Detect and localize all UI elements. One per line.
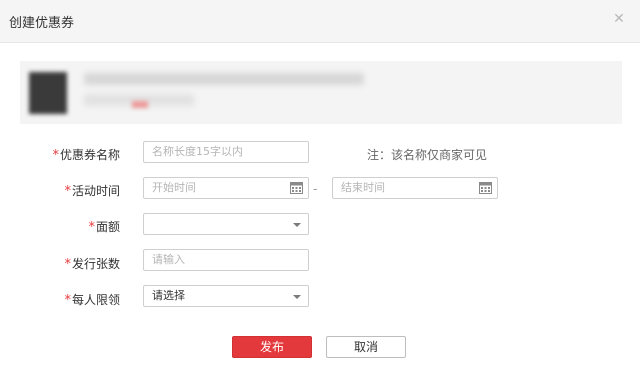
calendar-icon[interactable] <box>479 181 492 194</box>
end-time-input[interactable]: 结束时间 <box>332 177 498 199</box>
product-card <box>20 61 622 124</box>
required-marker: * <box>88 220 95 235</box>
product-thumbnail <box>29 72 67 114</box>
publish-button[interactable]: 发布 <box>232 336 312 358</box>
issue-count-placeholder: 请输入 <box>152 253 185 266</box>
time-range-separator: - <box>313 182 318 196</box>
per-person-limit-selected: 请选择 <box>152 289 185 302</box>
per-person-limit-label: *每人限领 <box>64 293 120 308</box>
per-person-limit-select[interactable]: 请选择 <box>143 285 309 307</box>
required-marker: * <box>52 148 59 163</box>
end-time-placeholder: 结束时间 <box>341 181 385 194</box>
start-time-input[interactable]: 开始时间 <box>143 177 309 199</box>
activity-time-label: *活动时间 <box>64 184 120 199</box>
calendar-icon[interactable] <box>290 181 303 194</box>
face-value-label: *面额 <box>88 220 120 235</box>
face-value-select[interactable] <box>143 213 309 235</box>
product-title-blurred <box>84 73 364 85</box>
required-marker: * <box>64 184 71 199</box>
close-icon[interactable]: ✕ <box>612 12 626 26</box>
start-time-placeholder: 开始时间 <box>152 181 196 194</box>
coupon-name-placeholder: 名称长度15字以内 <box>152 145 243 158</box>
coupon-name-label: *优惠券名称 <box>52 148 120 163</box>
chevron-down-icon <box>293 223 301 227</box>
dialog-title: 创建优惠券 <box>9 16 75 31</box>
issue-count-input[interactable]: 请输入 <box>143 249 309 271</box>
product-price-highlight-blurred <box>132 101 148 108</box>
coupon-name-input[interactable]: 名称长度15字以内 <box>143 141 309 163</box>
required-marker: * <box>64 293 71 308</box>
create-coupon-dialog: 创建优惠券 ✕ *优惠券名称 名称长度15字以内 注：该名称仅商家可见 *活动时… <box>0 0 640 382</box>
issue-count-label: *发行张数 <box>64 257 120 272</box>
coupon-name-note: 注：该名称仅商家可见 <box>367 148 488 162</box>
required-marker: * <box>64 257 71 272</box>
dialog-title-bar: 创建优惠券 ✕ <box>0 0 640 43</box>
cancel-button[interactable]: 取消 <box>326 336 406 358</box>
chevron-down-icon <box>293 295 301 299</box>
